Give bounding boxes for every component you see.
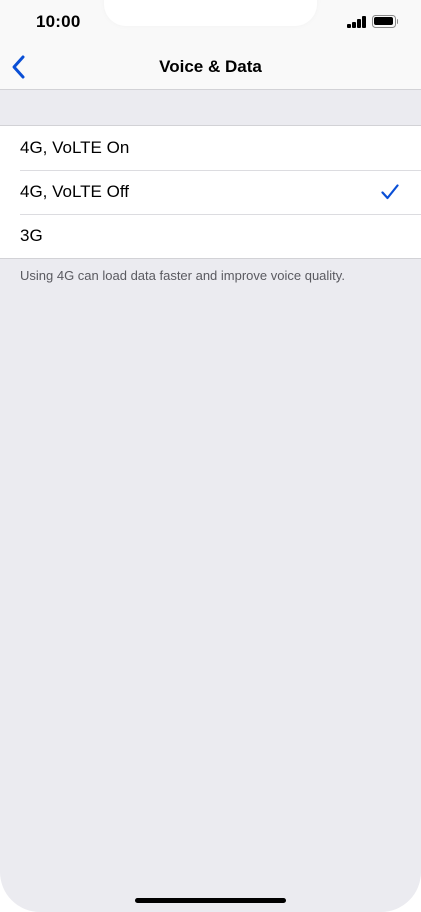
- option-3g[interactable]: 3G: [0, 214, 421, 258]
- status-time: 10:00: [36, 12, 81, 31]
- checkmark-icon: [381, 184, 399, 200]
- device-notch: [104, 0, 317, 26]
- footer-note: Using 4G can load data faster and improv…: [20, 268, 345, 283]
- option-label: 4G, VoLTE Off: [20, 182, 129, 201]
- network-options-list: 4G, VoLTE On 4G, VoLTE Off 3G: [0, 125, 421, 259]
- battery-icon: [372, 15, 398, 28]
- navigation-bar: 10:00 Voice & Data: [0, 0, 421, 90]
- signal-bars-icon: [347, 16, 367, 28]
- option-label: 3G: [20, 226, 43, 245]
- option-4g-volte-on[interactable]: 4G, VoLTE On: [0, 126, 421, 170]
- home-indicator[interactable]: [135, 898, 286, 903]
- screen: 10:00 Voice & Data 4G, VoLTE On 4G, VoLT…: [0, 0, 421, 912]
- option-label: 4G, VoLTE On: [20, 138, 130, 157]
- option-4g-volte-off[interactable]: 4G, VoLTE Off: [0, 170, 421, 214]
- page-title: Voice & Data: [159, 57, 262, 76]
